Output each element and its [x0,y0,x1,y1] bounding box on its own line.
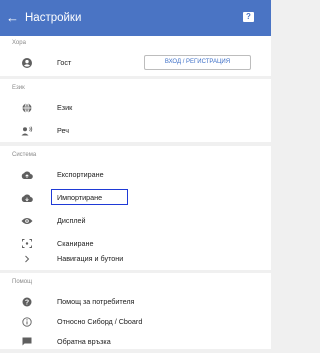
eye-icon [19,209,34,232]
settings-item-feedback[interactable]: Обратна връзка [0,330,271,353]
section-help: Помощ ? Помощ за потребителя Относно Сиб… [0,273,271,349]
cloud-download-icon [19,186,34,209]
feedback-icon [19,330,34,353]
user-name: Гост [57,58,72,67]
settings-item-language[interactable]: Език [0,96,271,119]
help-icon[interactable]: ? [243,12,254,22]
page-title: Настройки [25,12,82,24]
section-language: Език Език Реч [0,79,271,142]
settings-item-export[interactable]: Експортиране [0,163,271,186]
section-system: Система Експортиране Импортиране Дисплей… [0,146,271,270]
settings-item-display[interactable]: Дисплей [0,209,271,232]
account-circle-icon [19,51,34,74]
section-title-language: Език [12,85,25,91]
item-label: Експортиране [57,170,104,179]
item-label: Език [57,103,73,112]
section-title-account: Хора [12,40,26,46]
login-register-button[interactable]: ВХОД / РЕГИСТРАЦИЯ [144,55,251,70]
section-account: Хора Гост ВХОД / РЕГИСТРАЦИЯ [0,36,271,76]
item-label: Обратна връзка [57,337,111,346]
item-label: Дисплей [57,216,86,225]
globe-icon [19,96,34,119]
app-bar: ← Настройки ? [0,0,271,36]
section-title-system: Система [12,152,37,158]
settings-item-speech[interactable]: Реч [0,119,271,142]
highlight-box [51,189,128,205]
back-arrow-icon[interactable]: ← [6,0,19,36]
chevron-right-icon [19,247,34,270]
settings-item-navigation[interactable]: Навигация и бутони [0,247,271,270]
voice-icon [19,119,34,142]
section-title-help: Помощ [12,279,33,285]
item-label: Реч [57,126,69,135]
cloud-upload-icon [19,163,34,186]
svg-text:?: ? [24,299,28,306]
item-label: Навигация и бутони [57,254,124,263]
settings-item-import[interactable]: Импортиране [0,186,271,209]
user-row: Гост ВХОД / РЕГИСТРАЦИЯ [0,51,271,74]
